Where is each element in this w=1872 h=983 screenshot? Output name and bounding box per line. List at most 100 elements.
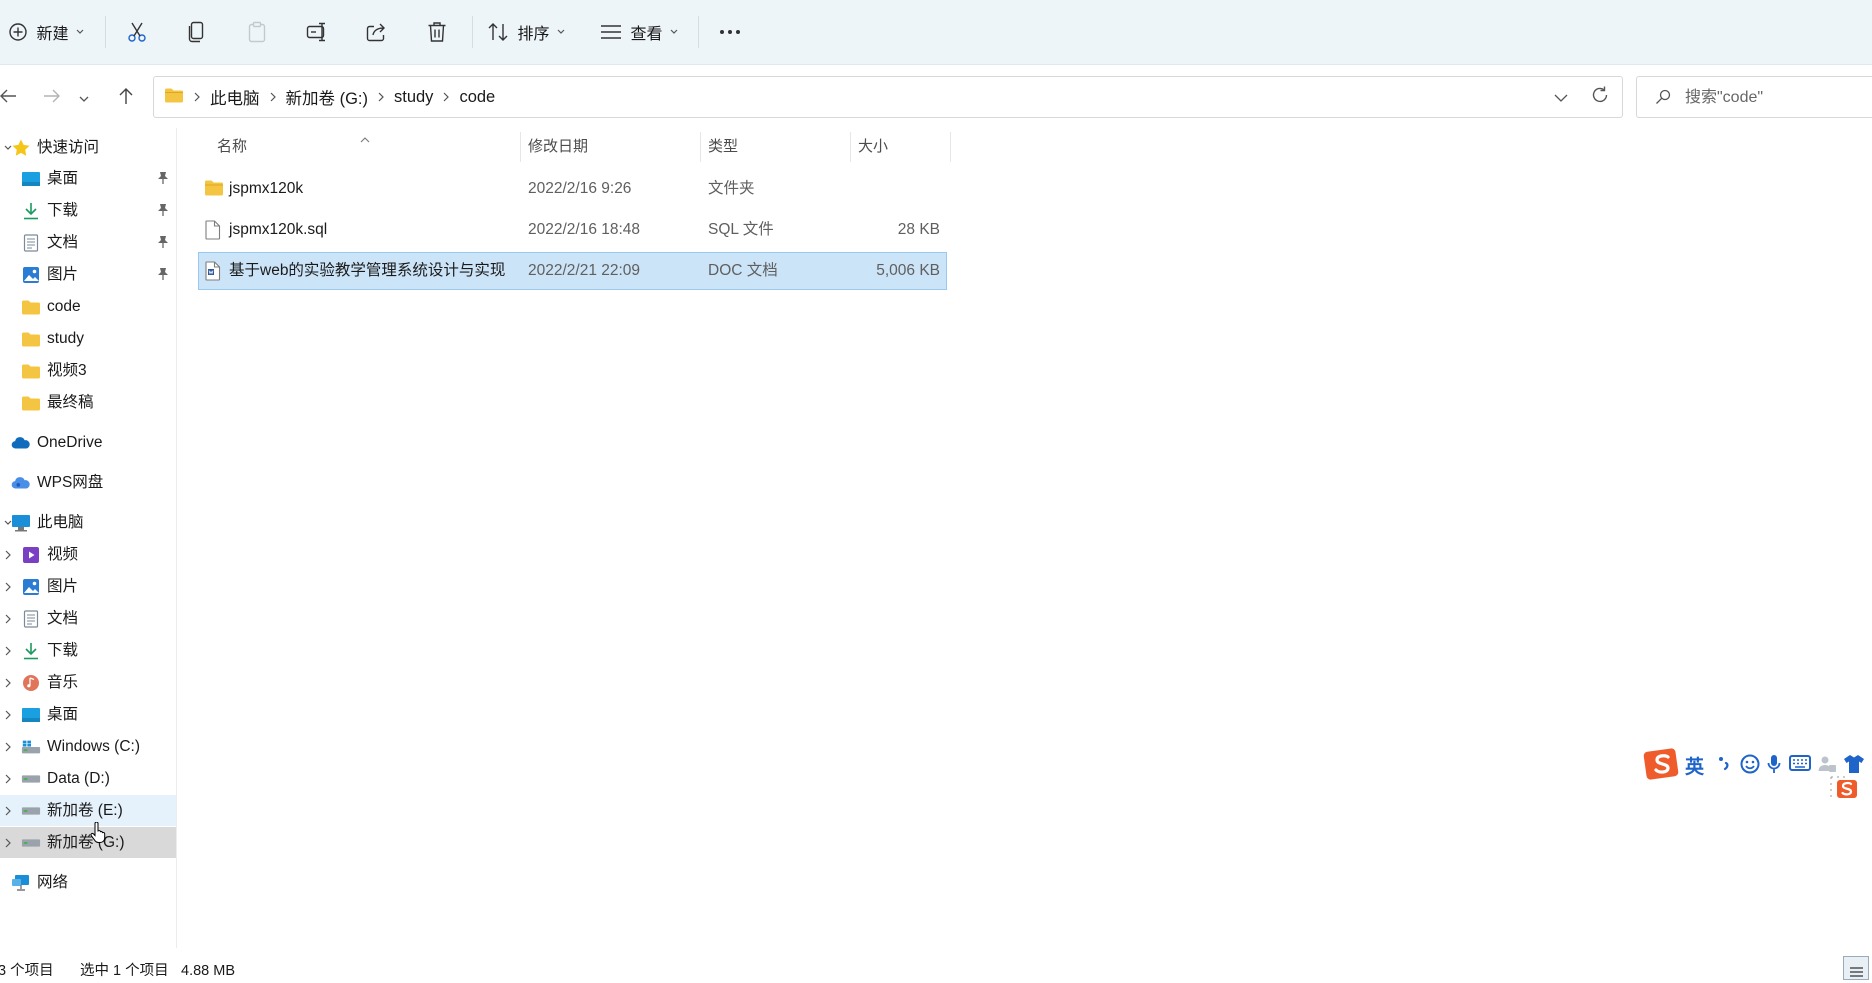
nav-label: 此电脑 xyxy=(37,514,84,531)
file-name: 基于web的实验教学管理系统设计与实现 xyxy=(229,262,506,279)
arrow-left-icon xyxy=(0,88,17,109)
desktop-icon xyxy=(21,169,41,189)
column-header-name[interactable]: 名称 xyxy=(217,132,247,162)
more-options-button[interactable] xyxy=(710,0,750,64)
chevron-right-icon xyxy=(270,92,276,102)
chevron-right-icon[interactable] xyxy=(2,539,14,570)
chevron-right-icon[interactable] xyxy=(2,731,14,762)
copy-button[interactable] xyxy=(178,0,216,64)
chevron-right-icon[interactable] xyxy=(2,763,14,794)
file-row[interactable]: 基于web的实验教学管理系统设计与实现 2022/2/21 22:09 DOC … xyxy=(198,252,947,290)
nav-label: 网络 xyxy=(37,874,69,891)
arrow-up-icon xyxy=(118,87,134,110)
nav-pc-downloads[interactable]: 下载 xyxy=(0,635,176,666)
sort-button[interactable]: 排序 xyxy=(486,0,566,64)
share-button[interactable] xyxy=(358,0,396,64)
nav-pc-music[interactable]: 音乐 xyxy=(0,667,176,698)
nav-label: 下载 xyxy=(47,642,79,659)
breadcrumb-study[interactable]: study xyxy=(394,88,433,107)
rename-button[interactable] xyxy=(298,0,336,64)
folder-icon xyxy=(21,329,41,349)
chevron-right-icon[interactable] xyxy=(2,667,14,698)
nav-item-desktop[interactable]: 桌面 xyxy=(0,163,176,194)
cut-button[interactable] xyxy=(118,0,156,64)
chevron-right-icon[interactable] xyxy=(2,635,14,666)
keyboard-icon[interactable] xyxy=(1789,754,1811,777)
column-header-type[interactable]: 类型 xyxy=(708,132,738,162)
column-divider[interactable] xyxy=(700,132,701,162)
nav-label: 新加卷 (G:) xyxy=(47,834,125,851)
details-view-toggle[interactable] xyxy=(1843,956,1869,980)
nav-pc-desktop[interactable]: 桌面 xyxy=(0,699,176,730)
nav-pc-pictures[interactable]: 图片 xyxy=(0,571,176,602)
forward-button[interactable] xyxy=(34,79,70,117)
chevron-right-icon[interactable] xyxy=(2,795,14,826)
new-button[interactable]: 新建 xyxy=(6,0,86,64)
nav-item-video3[interactable]: 视频3 xyxy=(0,355,176,386)
nav-label: 桌面 xyxy=(47,170,79,187)
nav-this-pc[interactable]: 此电脑 xyxy=(0,507,176,538)
nav-item-code[interactable]: code xyxy=(0,291,176,322)
address-bar[interactable]: 此电脑 新加卷 (G:) study code xyxy=(153,76,1623,118)
address-history-button[interactable] xyxy=(1544,77,1578,117)
delete-button[interactable] xyxy=(418,0,456,64)
nav-item-documents[interactable]: 文档 xyxy=(0,227,176,258)
view-button[interactable]: 查看 xyxy=(598,0,680,64)
nav-drive-c[interactable]: Windows (C:) xyxy=(0,731,176,762)
nav-drive-e[interactable]: 新加卷 (E:) xyxy=(0,795,176,826)
search-box[interactable] xyxy=(1636,76,1872,118)
breadcrumb-drive-g[interactable]: 新加卷 (G:) xyxy=(286,85,369,109)
punctuation-icon[interactable] xyxy=(1717,754,1731,779)
folder-icon xyxy=(164,87,184,108)
breadcrumb-code[interactable]: code xyxy=(459,88,495,107)
column-header-date[interactable]: 修改日期 xyxy=(528,132,588,162)
back-button[interactable] xyxy=(0,79,26,117)
column-divider[interactable] xyxy=(520,132,521,162)
nav-item-pictures[interactable]: 图片 xyxy=(0,259,176,290)
file-type: 文件夹 xyxy=(708,180,755,197)
nav-drive-d[interactable]: Data (D:) xyxy=(0,763,176,794)
desktop-icon xyxy=(21,705,41,725)
column-divider[interactable] xyxy=(850,132,851,162)
refresh-button[interactable] xyxy=(1582,77,1618,117)
sogou-small-icon[interactable] xyxy=(1830,776,1858,807)
nav-label: 文档 xyxy=(47,610,79,627)
column-header-size[interactable]: 大小 xyxy=(858,132,888,162)
nav-pc-videos[interactable]: 视频 xyxy=(0,539,176,570)
drive-icon xyxy=(21,833,41,853)
file-row[interactable]: jspmx120k.sql 2022/2/16 18:48 SQL 文件 28 … xyxy=(199,212,946,248)
ime-mode-label[interactable]: 英 xyxy=(1685,752,1704,779)
column-divider[interactable] xyxy=(950,132,951,162)
nav-wps-drive[interactable]: WPS网盘 xyxy=(0,467,176,498)
file-row[interactable]: jspmx120k 2022/2/16 9:26 文件夹 xyxy=(199,171,946,207)
nav-item-study[interactable]: study xyxy=(0,323,176,354)
chevron-right-icon[interactable] xyxy=(2,603,14,634)
nav-label: Windows (C:) xyxy=(47,738,141,755)
breadcrumb-this-pc[interactable]: 此电脑 xyxy=(210,85,260,109)
paste-button[interactable] xyxy=(238,0,276,64)
microphone-icon[interactable] xyxy=(1767,754,1781,779)
folder-icon xyxy=(21,393,41,413)
share-icon xyxy=(366,22,388,42)
nav-network[interactable]: 网络 xyxy=(0,867,176,898)
emoji-icon[interactable] xyxy=(1740,754,1760,779)
status-selected-size: 4.88 MB xyxy=(181,963,235,979)
nav-label: OneDrive xyxy=(37,434,103,451)
pane-divider[interactable] xyxy=(176,128,177,948)
nav-quick-access[interactable]: 快速访问 xyxy=(0,132,176,163)
windows-drive-icon xyxy=(21,737,41,757)
refresh-icon xyxy=(1591,86,1609,109)
nav-drive-g[interactable]: 新加卷 (G:) xyxy=(0,827,176,858)
nav-item-downloads[interactable]: 下载 xyxy=(0,195,176,226)
nav-onedrive[interactable]: OneDrive xyxy=(0,427,176,458)
nav-item-final-draft[interactable]: 最终稿 xyxy=(0,387,176,418)
more-icon xyxy=(719,29,741,35)
download-icon xyxy=(21,201,41,221)
chevron-right-icon[interactable] xyxy=(2,827,14,858)
search-input[interactable] xyxy=(1683,85,1872,111)
recent-locations-button[interactable] xyxy=(72,79,96,117)
chevron-right-icon[interactable] xyxy=(2,699,14,730)
chevron-right-icon[interactable] xyxy=(2,571,14,602)
nav-pc-documents[interactable]: 文档 xyxy=(0,603,176,634)
up-button[interactable] xyxy=(108,79,144,117)
